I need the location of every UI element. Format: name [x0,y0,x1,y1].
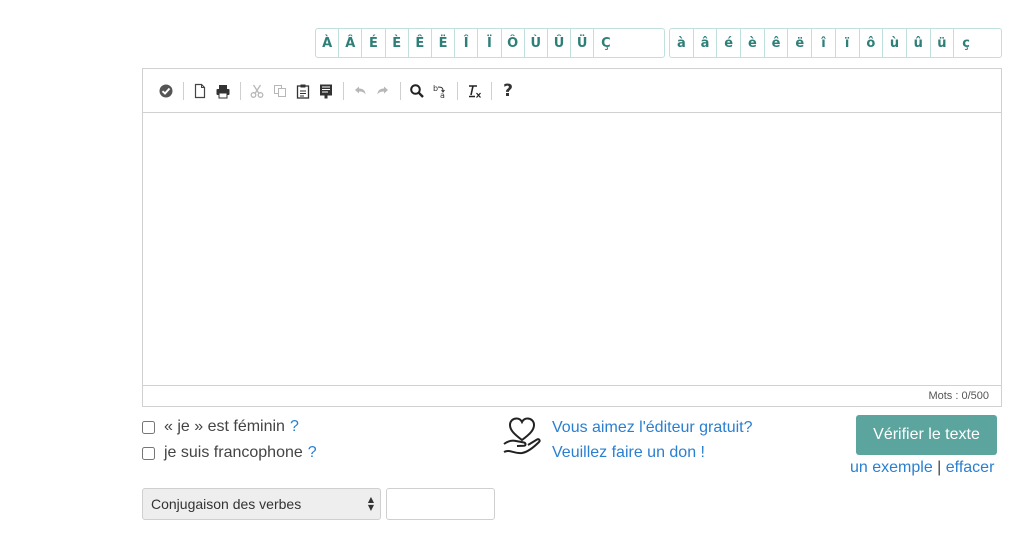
toolbar-separator [457,81,458,100]
accent-key-upper[interactable]: Ï [478,29,502,57]
accent-key-lower[interactable]: ô [860,29,884,57]
paste-text-icon[interactable] [315,79,337,103]
new-document-icon[interactable] [189,79,211,103]
accent-key-lower[interactable]: ë [788,29,813,57]
heart-hand-icon [503,417,541,455]
accent-key-upper[interactable]: Ù [525,29,548,57]
editor-toolbar: ba ? [143,69,1001,113]
accent-key-lower[interactable]: é [717,29,742,57]
accent-key-upper[interactable]: É [362,29,386,57]
action-links: un exemple | effacer [850,459,994,477]
remove-format-icon[interactable] [463,79,485,103]
francophone-option: je suis francophone ? [142,444,317,462]
accent-key-upper[interactable]: Ê [409,29,432,57]
verb-input[interactable] [386,488,495,520]
accent-key-lower[interactable]: î [812,29,836,57]
accent-key-upper[interactable]: Û [548,29,572,57]
select-updown-icon: ▲ ▼ [367,495,374,512]
accent-key-upper[interactable]: È [386,29,409,57]
francophone-help-link[interactable]: ? [308,444,317,462]
text-editor: ba ? Mots : 0/500 [142,68,1002,407]
clear-link[interactable]: effacer [946,459,995,476]
accent-key-lower[interactable]: ï [836,29,860,57]
accent-key-lower[interactable]: ü [931,29,955,57]
accent-key-lower[interactable]: à [670,29,694,57]
accent-key-lower[interactable]: â [694,29,718,57]
accent-key-lower[interactable]: ù [883,29,907,57]
toolbar-separator [400,81,401,100]
accent-key-upper[interactable]: Ô [502,29,525,57]
accent-key-upper[interactable]: Â [339,29,363,57]
feminin-label[interactable]: « je » est féminin [164,418,285,436]
accent-key-lower[interactable]: û [907,29,931,57]
help-icon[interactable]: ? [497,79,519,103]
donation-link-2[interactable]: Veuillez faire un don ! [552,444,705,462]
cut-icon[interactable] [246,79,268,103]
paste-icon[interactable] [292,79,314,103]
copy-icon[interactable] [269,79,291,103]
svg-text:a: a [440,91,445,99]
accent-key-upper[interactable]: Ç [594,29,617,57]
word-count-bar: Mots : 0/500 [143,385,1001,406]
donation-link-1[interactable]: Vous aimez l'éditeur gratuit? [552,419,753,437]
accent-key-upper[interactable]: Î [455,29,479,57]
francophone-checkbox[interactable] [142,446,155,460]
feminin-option: « je » est féminin ? [142,418,299,436]
toolbar-separator [491,81,492,100]
feminin-help-link[interactable]: ? [290,418,299,436]
uppercase-accent-keys: ÀÂÉÈÊËÎÏÔÙÛÜÇ [315,28,665,58]
check-text-button[interactable]: Vérifier le texte [856,415,997,455]
toolbar-separator [183,81,184,100]
redo-icon[interactable] [372,79,394,103]
spellcheck-icon[interactable] [155,79,177,103]
links-separator: | [937,459,942,476]
help-question-mark: ? [503,80,513,101]
undo-icon[interactable] [349,79,371,103]
accent-key-lower[interactable]: ç [954,29,978,57]
editor-text-area[interactable] [143,113,1001,385]
accent-key-upper[interactable]: Ü [571,29,595,57]
accent-key-lower[interactable]: ê [765,29,789,57]
toolbar-separator [240,81,241,100]
svg-text:b: b [433,84,438,93]
francophone-label[interactable]: je suis francophone [164,444,303,462]
conjugation-selected-value: Conjugaison des verbes [151,496,302,512]
accent-key-lower[interactable]: è [741,29,765,57]
print-icon[interactable] [212,79,234,103]
conjugation-select[interactable]: Conjugaison des verbes ▲ ▼ [142,488,381,520]
lowercase-accent-keys: àâéèêëîïôùûüç [669,28,1002,58]
replace-icon[interactable]: ba [429,79,451,103]
toolbar-separator [343,81,344,100]
accent-key-upper[interactable]: Ë [432,29,456,57]
find-icon[interactable] [406,79,428,103]
accent-key-upper[interactable]: À [316,29,340,57]
feminin-checkbox[interactable] [142,420,155,434]
word-count: Mots : 0/500 [928,390,989,402]
example-link[interactable]: un exemple [850,459,933,476]
